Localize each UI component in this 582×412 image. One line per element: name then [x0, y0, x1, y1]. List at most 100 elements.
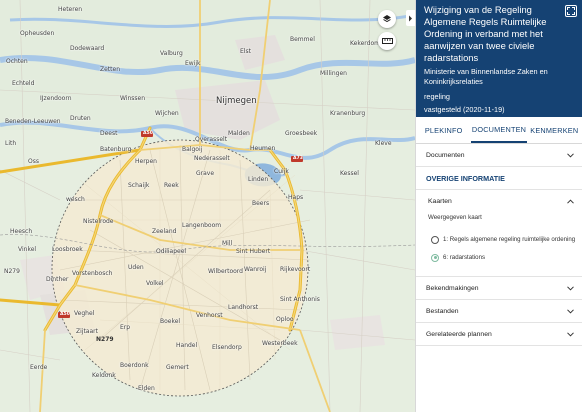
map-label-valburg: Valburg: [160, 50, 183, 57]
map-label-deest: Deest: [100, 130, 118, 137]
map-label-zijtaart: Zijtaart: [76, 328, 98, 335]
map-shield-a50: A50: [143, 131, 153, 136]
map-label-oss: Oss: [28, 158, 39, 165]
chevron-down-icon: [566, 330, 574, 338]
map-label-heumen: Heumen: [250, 145, 276, 152]
accordion-kaarten-header[interactable]: Kaarten: [416, 190, 582, 213]
panel-header: Wijziging van de Regeling Algemene Regel…: [416, 0, 582, 117]
ruler-icon: [381, 38, 393, 44]
accordion-gerelateerde-plannen[interactable]: Gerelateerde plannen: [416, 323, 582, 346]
map-viewer[interactable]: Heteren Elst Zetten Bemmel Valburg Opheu…: [0, 0, 415, 412]
accordion-documenten[interactable]: Documenten: [416, 144, 582, 167]
map-label-kekerdom: Kekerdom: [350, 40, 380, 47]
map-label-millingen: Millingen: [320, 70, 347, 77]
map-label-echteld: Echteld: [12, 80, 35, 87]
map-label-veghel: Veghel: [74, 310, 95, 317]
accordion-bekendmakingen-label: Bekendmakingen: [426, 284, 479, 292]
map-label-batenburg: Batenburg: [100, 146, 132, 153]
map-label-gemert: Gemert: [166, 364, 189, 371]
expand-panel-button[interactable]: [565, 5, 577, 17]
map-label-elst: Elst: [240, 48, 251, 55]
map-label-boerdonk: Boerdonk: [120, 362, 149, 369]
map-label-westerbeek: Westerbeek: [262, 340, 298, 347]
chevron-down-icon: [566, 307, 574, 315]
map-canvas[interactable]: [0, 0, 415, 412]
map-label-wanroij: Wanroij: [244, 266, 267, 273]
map-label-dinther: Dinther: [46, 276, 69, 283]
map-label-kessel: Kessel: [340, 170, 359, 177]
accordion-documenten-label: Documenten: [426, 151, 465, 159]
map-label-reek: Reek: [164, 182, 179, 189]
map-label-dodewaard: Dodewaard: [70, 45, 105, 52]
map-label-sint-hubert: Sint Hubert: [236, 248, 271, 255]
map-shield-a73: A73: [293, 156, 303, 161]
map-label-nijmegen: Nijmegen: [216, 96, 257, 106]
map-label-elsendorp: Elsendorp: [212, 344, 242, 351]
map-label-balgoij: Balgoij: [182, 146, 203, 153]
chevron-down-icon: [566, 284, 574, 292]
map-label-haps: Haps: [288, 194, 304, 201]
map-label-wilbertoord: Wilbertoord: [208, 268, 243, 275]
map-label-mill: Mill: [222, 240, 233, 247]
map-label-elden: Elden: [138, 385, 155, 392]
accordion-bekendmakingen[interactable]: Bekendmakingen: [416, 277, 582, 300]
map-label-erp: Erp: [120, 324, 131, 331]
map-label-heesch: Heesch: [10, 228, 33, 235]
map-label-overasselt: Overasselt: [195, 136, 228, 143]
map-label-n279: N279: [4, 268, 20, 275]
map-label-heteren: Heteren: [58, 6, 83, 13]
layers-button[interactable]: [378, 10, 396, 28]
accordion-kaarten: Kaarten Weergegeven kaart 1: Regels alge…: [416, 190, 582, 277]
info-panel: Wijziging van de Regeling Algemene Regel…: [415, 0, 582, 412]
map-label-ochten: Ochten: [6, 58, 28, 65]
map-label-grave: Grave: [196, 170, 215, 177]
document-organisation: Ministerie van Binnenlandse Zaken en Kon…: [424, 67, 548, 86]
map-label-ijzendoorn: IJzendoorn: [40, 95, 72, 102]
radio-button-selected[interactable]: [431, 253, 439, 262]
map-option-label: 6: radarstations: [443, 254, 486, 261]
radio-button[interactable]: [431, 235, 439, 244]
map-label-n279b: N279: [96, 336, 114, 343]
tab-plekinfo[interactable]: PLEKINFO: [416, 117, 471, 143]
map-label-linden: Linden: [248, 176, 269, 183]
map-label-schaijk: Schaijk: [128, 182, 150, 189]
map-label-opheusden: Opheusden: [20, 30, 55, 37]
map-label-uden: Uden: [128, 264, 144, 271]
accordion-gerelateerde-label: Gerelateerde plannen: [426, 330, 492, 338]
map-label-nistelrode: Nistelrode: [83, 218, 114, 225]
chevron-down-icon: [566, 151, 574, 159]
measure-button[interactable]: [378, 32, 396, 50]
collapse-panel-button[interactable]: [406, 10, 415, 26]
map-label-zetten: Zetten: [100, 66, 121, 73]
map-label-winssen: Winssen: [120, 95, 146, 102]
map-label-druten: Druten: [70, 115, 91, 122]
map-label-oploo: Oploo: [276, 316, 294, 323]
accordion-bestanden[interactable]: Bestanden: [416, 300, 582, 323]
tab-documenten[interactable]: DOCUMENTEN: [471, 117, 527, 143]
tab-kenmerken[interactable]: KENMERKEN: [527, 117, 582, 143]
accordion-bestanden-label: Bestanden: [426, 307, 459, 315]
map-label-rijkevoort: Rijkevoort: [280, 266, 311, 273]
chevron-up-icon: [566, 198, 574, 206]
map-label-sint-anthonis: Sint Anthonis: [280, 296, 320, 303]
map-option-radarstations[interactable]: 6: radarstations: [416, 253, 582, 262]
weergegeven-kaart-label: Weergegeven kaart: [428, 214, 482, 221]
map-label-lith: Lith: [5, 140, 17, 147]
map-label-herpen: Herpen: [135, 158, 157, 165]
map-label-odiliapeel: Odiliapeel: [156, 248, 187, 255]
map-label-vorstenbosch: Vorstenbosch: [72, 270, 113, 277]
document-type: regeling: [424, 92, 450, 101]
map-label-keldonk: Keldonk: [92, 372, 116, 379]
layers-icon: [383, 15, 391, 23]
map-label-beneden-leeuwen: Beneden-Leeuwen: [5, 118, 61, 125]
section-overige-informatie: OVERIGE INFORMATIE: [416, 167, 582, 190]
map-label-cuijk: Cuijk: [274, 168, 289, 175]
map-option-regels[interactable]: 1: Regels algemene regeling ruimtelijke …: [416, 235, 582, 244]
map-label-venhorst: Venhorst: [196, 312, 223, 319]
document-title: Wijziging van de Regeling Algemene Regel…: [424, 4, 547, 63]
map-label-bemmel: Bemmel: [290, 36, 315, 43]
expand-icon: [567, 7, 575, 15]
map-label-kleve: Kleve: [375, 140, 392, 147]
map-label-eerde: Eerde: [30, 364, 48, 371]
chevron-right-icon: [409, 15, 412, 21]
